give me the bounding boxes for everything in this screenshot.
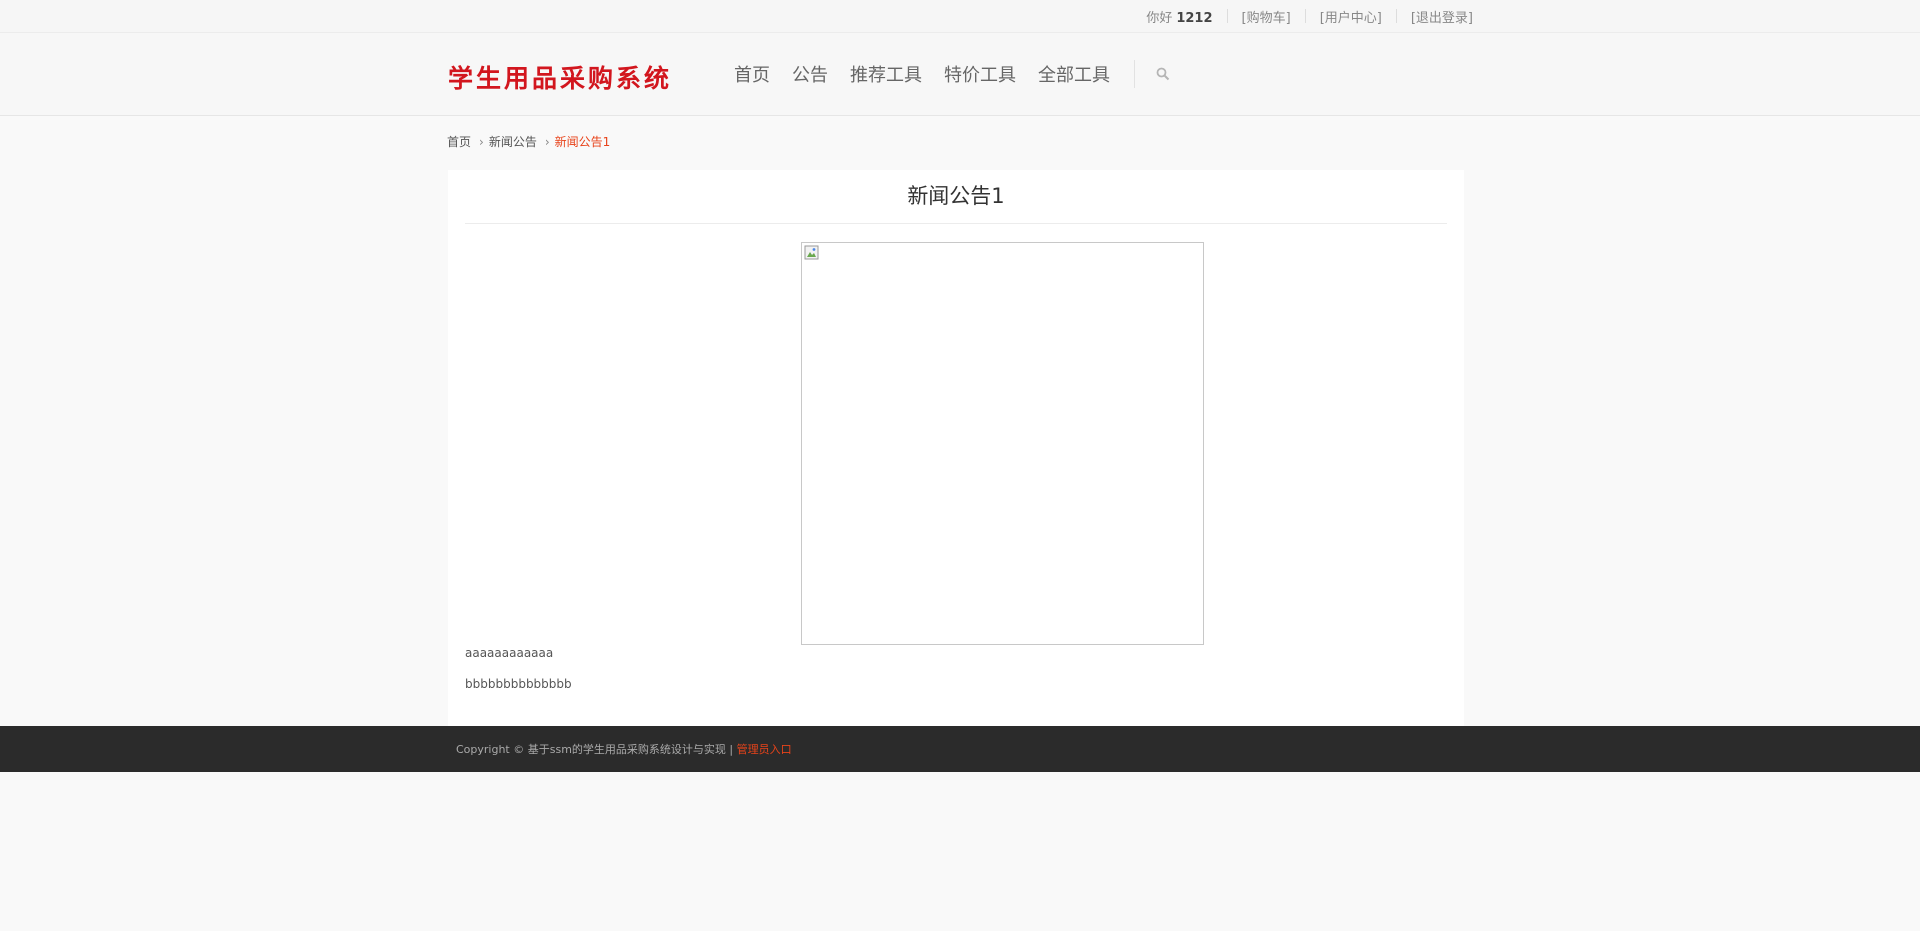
chevron-right-icon: › — [544, 134, 550, 149]
title-divider — [465, 223, 1447, 224]
article-paragraph: bbbbbbbbbbbbbb — [465, 677, 572, 691]
nav-announcements[interactable]: 公告 — [792, 61, 828, 87]
copyright-text: Copyright © 基于ssm的学生用品采购系统设计与实现 | — [456, 743, 734, 756]
top-bar: 你好 1212 [购物车] [用户中心] [退出登录] — [0, 0, 1920, 33]
broken-image-icon — [804, 245, 820, 265]
divider — [1395, 9, 1397, 23]
main-nav: 首页 公告 推荐工具 特价工具 全部工具 — [734, 33, 1132, 115]
nav-special-tools[interactable]: 特价工具 — [944, 61, 1016, 87]
admin-login-link[interactable]: 管理员入口 — [737, 743, 792, 756]
logout-link[interactable]: [退出登录] — [1411, 7, 1473, 26]
divider — [1226, 9, 1228, 23]
nav-all-tools[interactable]: 全部工具 — [1038, 61, 1110, 87]
footer-text: Copyright © 基于ssm的学生用品采购系统设计与实现 | 管理员入口 — [456, 741, 792, 757]
chevron-right-icon: › — [479, 134, 484, 149]
nav-divider — [1134, 60, 1135, 88]
breadcrumb-home[interactable]: 首页 — [447, 133, 471, 150]
breadcrumb: 首页 › 新闻公告 › 新闻公告1 — [447, 133, 610, 150]
nav-home[interactable]: 首页 — [734, 61, 770, 87]
divider — [1304, 9, 1306, 23]
user-links: 你好 1212 [购物车] [用户中心] [退出登录] — [1146, 0, 1473, 32]
article-panel: 新闻公告1 aaaaaaaaaaaa bbbbbbbbbbbbbb — [448, 170, 1464, 726]
breadcrumb-current: 新闻公告1 — [554, 135, 611, 149]
username: 1212 — [1176, 10, 1213, 26]
article-title: 新闻公告1 — [907, 184, 1005, 208]
article-paragraph: aaaaaaaaaaaa — [465, 646, 554, 660]
user-center-link[interactable]: [用户中心] — [1320, 7, 1382, 26]
breadcrumb-news[interactable]: 新闻公告 — [489, 133, 537, 150]
cart-link[interactable]: [购物车] — [1242, 7, 1291, 26]
article-image — [801, 242, 1204, 645]
nav-recommended-tools[interactable]: 推荐工具 — [850, 61, 922, 87]
site-logo[interactable]: 学生用品采购系统 — [448, 59, 672, 95]
search-icon[interactable] — [1156, 66, 1170, 85]
site-header: 学生用品采购系统 首页 公告 推荐工具 特价工具 全部工具 — [0, 33, 1920, 116]
site-footer: Copyright © 基于ssm的学生用品采购系统设计与实现 | 管理员入口 — [0, 726, 1920, 772]
greeting: 你好 1212 — [1146, 10, 1213, 26]
